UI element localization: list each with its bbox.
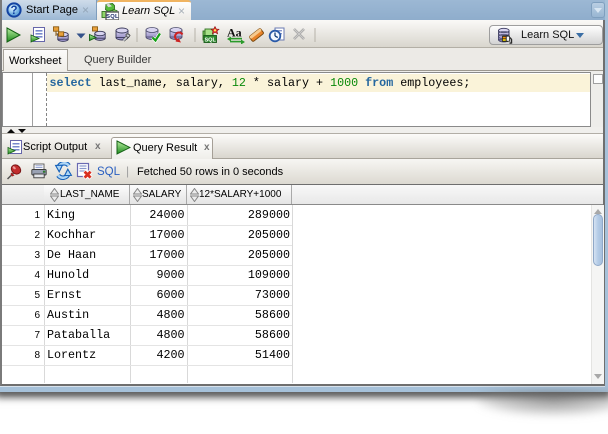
svg-text:?: ? — [10, 5, 17, 17]
svg-text:Aa: Aa — [227, 26, 242, 40]
svg-text:SQL: SQL — [204, 37, 216, 43]
